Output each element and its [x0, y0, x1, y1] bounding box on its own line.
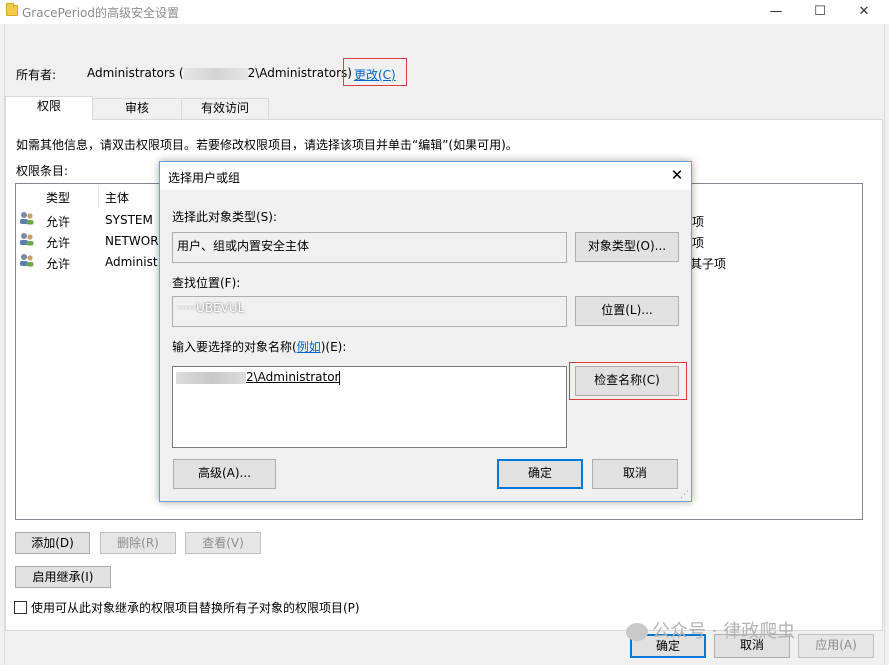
enable-inheritance-button[interactable]: 启用继承(I): [15, 566, 111, 588]
select-users-dialog: 选择用户或组 ✕ 选择此对象类型(S): 用户、组或内置安全主体 对象类型(O)…: [159, 161, 692, 502]
row-fragment: 项: [692, 215, 705, 229]
object-types-button[interactable]: 对象类型(O)...: [575, 232, 679, 262]
object-type-label: 选择此对象类型(S):: [172, 210, 278, 224]
redacted-blur: [183, 67, 248, 80]
tab-auditing[interactable]: 审核: [92, 98, 182, 119]
watermark-text: 公众号 · 律政爬虫: [652, 621, 796, 642]
change-owner-link[interactable]: 更改(C): [354, 66, 396, 83]
add-button[interactable]: 添加(D): [15, 532, 90, 554]
object-names-input[interactable]: 2\Administrator: [172, 366, 567, 448]
advanced-button[interactable]: 高级(A)...: [173, 459, 276, 489]
row-type: 允许: [46, 236, 71, 250]
object-names-label-prefix: 输入要选择的对象名称(: [172, 340, 297, 354]
minimize-button[interactable]: —: [753, 0, 799, 24]
examples-link[interactable]: 例如: [297, 340, 321, 354]
tab-effective-access[interactable]: 有效访问: [181, 98, 269, 119]
owner-label: 所有者:: [16, 68, 57, 82]
location-label: 查找位置(F):: [172, 276, 241, 290]
text-cursor: [339, 370, 341, 385]
object-names-label: 输入要选择的对象名称(例如)(E):: [172, 338, 346, 355]
row-fragment: 其子项: [690, 257, 727, 271]
object-names-label-suffix: )(E):: [320, 340, 347, 354]
column-separator[interactable]: [98, 186, 99, 208]
folder-icon: [6, 3, 18, 16]
dialog-close-button[interactable]: ✕: [666, 164, 688, 186]
row-principal: Administ: [105, 255, 158, 269]
object-type-field: 用户、组或内置安全主体: [172, 232, 567, 263]
redacted-blur: [176, 371, 246, 384]
window-title: GracePeriod的高级安全设置: [22, 6, 179, 20]
dialog-ok-button[interactable]: 确定: [497, 459, 583, 489]
owner-value-prefix: Administrators (: [87, 66, 184, 80]
watermark: 公众号 · 律政爬虫: [626, 617, 795, 643]
close-button[interactable]: ✕: [841, 0, 887, 24]
row-type: 允许: [46, 257, 71, 271]
replace-child-permissions-label: 使用可从此对象继承的权限项目替换所有子对象的权限项目(P): [31, 601, 360, 615]
info-text: 如需其他信息，请双击权限项目。若要修改权限项目，请选择该项目并单击“编辑”(如果…: [16, 138, 518, 152]
object-names-value: 2\Administrator: [176, 370, 339, 384]
owner-value-suffix: 2\Administrators): [247, 66, 352, 80]
object-names-value-suffix: 2\Administrator: [246, 370, 340, 384]
user-group-icon: [20, 212, 34, 225]
apply-button[interactable]: 应用(A): [798, 634, 874, 658]
dialog-title: 选择用户或组: [168, 171, 241, 185]
user-group-icon: [20, 254, 34, 267]
view-button[interactable]: 查看(V): [185, 532, 261, 554]
resize-grip-icon[interactable]: ⋰: [680, 490, 689, 500]
user-group-icon: [20, 233, 34, 246]
dialog-cancel-button[interactable]: 取消: [592, 459, 678, 489]
check-names-button[interactable]: 检查名称(C): [575, 366, 679, 396]
owner-value: Administrators ( 2\Administrators): [87, 66, 352, 80]
location-field: ·····UBEVUL: [172, 296, 567, 327]
column-header-type[interactable]: 类型: [46, 189, 70, 206]
row-principal: NETWOR: [105, 234, 159, 248]
tab-permissions[interactable]: 权限: [5, 96, 93, 120]
remove-button[interactable]: 删除(R): [100, 532, 176, 554]
replace-child-permissions-checkbox[interactable]: [14, 601, 27, 614]
column-header-principal[interactable]: 主体: [105, 189, 129, 206]
row-principal: SYSTEM: [105, 213, 153, 227]
row-fragment: 项: [692, 236, 705, 250]
maximize-button[interactable]: ☐: [797, 0, 843, 24]
permission-entries-label: 权限条目:: [16, 164, 69, 178]
locations-button[interactable]: 位置(L)...: [575, 296, 679, 326]
wechat-icon: [626, 623, 648, 641]
row-type: 允许: [46, 215, 71, 229]
